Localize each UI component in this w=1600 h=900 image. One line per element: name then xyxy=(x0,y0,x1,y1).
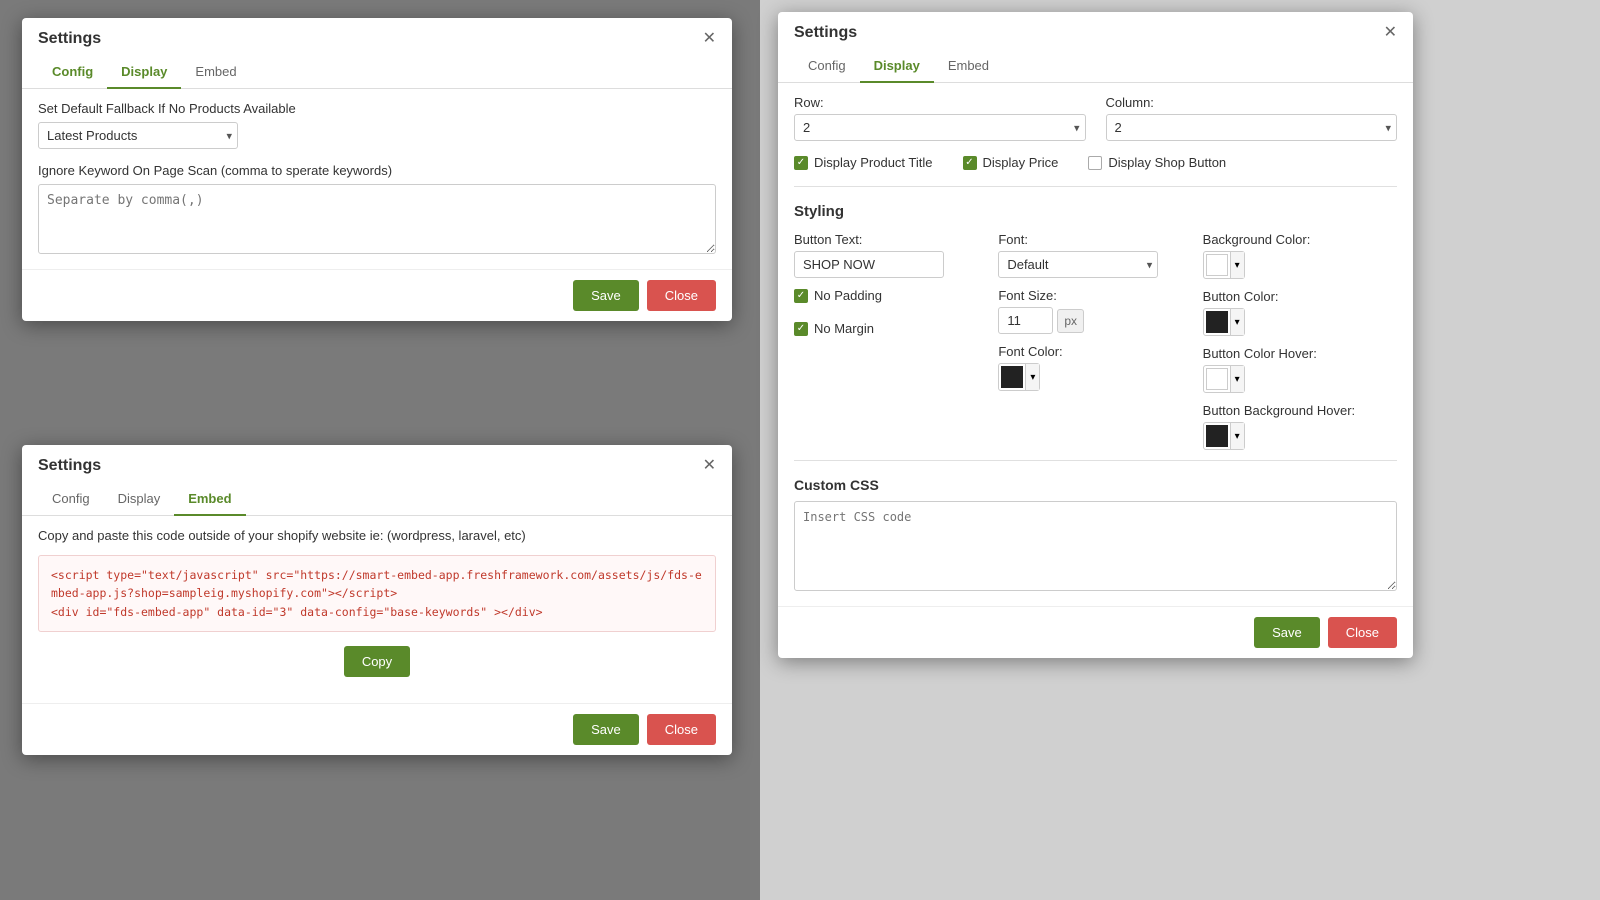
modal3-close-icon[interactable]: ✕ xyxy=(1384,25,1397,41)
modal3-tab-config[interactable]: Config xyxy=(794,50,860,83)
no-margin-label: No Margin xyxy=(814,321,874,336)
button-hover-arrow[interactable]: ▾ xyxy=(1230,366,1244,392)
keyword-label: Ignore Keyword On Page Scan (comma to sp… xyxy=(38,163,716,178)
settings-modal-display: Settings ✕ Config Display Embed Row: 2 C… xyxy=(778,12,1413,658)
styling-title: Styling xyxy=(794,199,1397,220)
modal1-tab-config[interactable]: Config xyxy=(38,56,107,89)
settings-modal-embed: Settings ✕ Config Display Embed Copy and… xyxy=(22,445,732,755)
custom-css-textarea[interactable] xyxy=(794,501,1397,591)
button-text-input[interactable] xyxy=(794,251,944,278)
copy-button[interactable]: Copy xyxy=(344,646,410,677)
keyword-textarea[interactable] xyxy=(38,184,716,254)
button-bg-hover-arrow[interactable]: ▾ xyxy=(1230,423,1244,449)
font-color-swatch xyxy=(1001,366,1023,388)
modal2-close-button[interactable]: Close xyxy=(647,714,716,745)
row-select[interactable]: 2 xyxy=(794,114,1086,141)
modal3-close-button[interactable]: Close xyxy=(1328,617,1397,648)
modal2-tabs: Config Display Embed xyxy=(22,483,732,516)
no-margin-checkbox[interactable]: ✓ xyxy=(794,322,808,336)
button-bg-hover-label: Button Background Hover: xyxy=(1203,403,1397,418)
display-shop-button-label: Display Shop Button xyxy=(1108,155,1226,170)
button-color-swatch xyxy=(1206,311,1228,333)
button-bg-hover-picker[interactable]: ▾ xyxy=(1203,422,1245,450)
modal1-close-icon[interactable]: ✕ xyxy=(703,31,716,47)
font-size-input[interactable] xyxy=(998,307,1053,334)
bg-color-swatch xyxy=(1206,254,1228,276)
bg-color-label: Background Color: xyxy=(1203,232,1397,247)
embed-code-block: <script type="text/javascript" src="http… xyxy=(38,555,716,632)
font-label: Font: xyxy=(998,232,1192,247)
bg-color-arrow[interactable]: ▾ xyxy=(1230,252,1244,278)
modal3-tabs: Config Display Embed xyxy=(778,50,1413,83)
embed-instruction: Copy and paste this code outside of your… xyxy=(38,528,716,543)
row-label: Row: xyxy=(794,95,1086,110)
modal1-save-button[interactable]: Save xyxy=(573,280,639,311)
modal1-title: Settings xyxy=(38,30,101,48)
fallback-select[interactable]: Latest Products xyxy=(38,122,238,149)
code-line2: <div id="fds-embed-app" data-id="3" data… xyxy=(51,605,543,619)
code-line1: <script type="text/javascript" src="http… xyxy=(51,568,702,600)
modal3-tab-embed[interactable]: Embed xyxy=(934,50,1003,83)
column-label: Column: xyxy=(1106,95,1398,110)
modal2-save-button[interactable]: Save xyxy=(573,714,639,745)
modal2-tab-config[interactable]: Config xyxy=(38,483,104,516)
modal2-title: Settings xyxy=(38,457,101,475)
modal1-tab-display[interactable]: Display xyxy=(107,56,181,89)
font-size-label: Font Size: xyxy=(998,288,1192,303)
column-select[interactable]: 2 xyxy=(1106,114,1398,141)
display-product-title-label: Display Product Title xyxy=(814,155,933,170)
no-padding-label: No Padding xyxy=(814,288,882,303)
modal1-close-button[interactable]: Close xyxy=(647,280,716,311)
modal2-close-icon[interactable]: ✕ xyxy=(703,458,716,474)
display-price-label: Display Price xyxy=(983,155,1059,170)
modal2-tab-display[interactable]: Display xyxy=(104,483,175,516)
font-color-label: Font Color: xyxy=(998,344,1192,359)
font-select[interactable]: Default Arial Georgia Verdana xyxy=(998,251,1158,278)
button-hover-color-picker[interactable]: ▾ xyxy=(1203,365,1245,393)
modal3-tab-display[interactable]: Display xyxy=(860,50,934,83)
modal1-tab-embed[interactable]: Embed xyxy=(181,56,250,89)
modal2-tab-embed[interactable]: Embed xyxy=(174,483,245,516)
settings-modal-config: Settings ✕ Config Display Embed Set Defa… xyxy=(22,18,732,321)
font-color-arrow[interactable]: ▾ xyxy=(1025,364,1039,390)
button-color-hover-label: Button Color Hover: xyxy=(1203,346,1397,361)
display-shop-button-checkbox[interactable] xyxy=(1088,156,1102,170)
fallback-label: Set Default Fallback If No Products Avai… xyxy=(38,101,716,116)
modal3-save-button[interactable]: Save xyxy=(1254,617,1320,648)
button-text-label: Button Text: xyxy=(794,232,988,247)
display-product-title-checkbox[interactable]: ✓ xyxy=(794,156,808,170)
display-price-checkbox[interactable]: ✓ xyxy=(963,156,977,170)
button-hover-swatch xyxy=(1206,368,1228,390)
modal1-tabs: Config Display Embed xyxy=(22,56,732,89)
button-color-label: Button Color: xyxy=(1203,289,1397,304)
button-color-picker[interactable]: ▾ xyxy=(1203,308,1245,336)
button-color-arrow[interactable]: ▾ xyxy=(1230,309,1244,335)
custom-css-title: Custom CSS xyxy=(794,473,1397,493)
no-padding-checkbox[interactable]: ✓ xyxy=(794,289,808,303)
bg-color-picker[interactable]: ▾ xyxy=(1203,251,1245,279)
font-size-unit: px xyxy=(1057,309,1084,333)
modal3-title: Settings xyxy=(794,24,857,42)
font-color-picker[interactable]: ▾ xyxy=(998,363,1040,391)
button-bg-hover-swatch xyxy=(1206,425,1228,447)
